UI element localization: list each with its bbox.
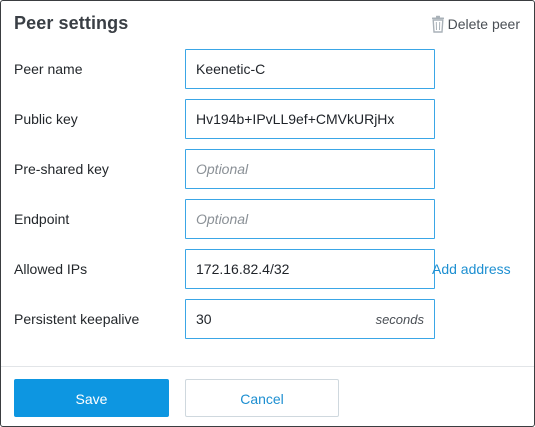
peer-name-label: Peer name	[14, 61, 83, 77]
cancel-button[interactable]: Cancel	[185, 379, 339, 417]
keepalive-input[interactable]	[196, 311, 376, 327]
preshared-key-field-box[interactable]	[185, 149, 435, 189]
save-button[interactable]: Save	[14, 379, 169, 417]
keepalive-unit: seconds	[375, 311, 424, 327]
add-address-link[interactable]: Add address	[432, 249, 511, 289]
row-endpoint: Endpoint	[14, 199, 534, 239]
endpoint-field-box[interactable]	[185, 199, 435, 239]
public-key-input[interactable]	[196, 111, 424, 127]
peer-settings-dialog: Peer settings Delete peer Peer name Publ…	[0, 0, 535, 427]
row-public-key: Public key	[14, 99, 534, 139]
dialog-title: Peer settings	[14, 13, 129, 33]
allowed-ips-input[interactable]	[196, 261, 424, 277]
keepalive-label: Persistent keepalive	[14, 311, 140, 327]
allowed-ips-field-box[interactable]	[185, 249, 435, 289]
delete-peer-label: Delete peer	[447, 16, 520, 32]
peer-name-input[interactable]	[196, 61, 424, 77]
public-key-field-box[interactable]	[185, 99, 435, 139]
row-allowed-ips: Allowed IPs Add address	[14, 249, 534, 289]
public-key-label: Public key	[14, 111, 78, 127]
delete-peer-button[interactable]: Delete peer	[431, 15, 520, 33]
endpoint-input[interactable]	[196, 211, 424, 227]
allowed-ips-label: Allowed IPs	[14, 261, 88, 277]
preshared-key-label: Pre-shared key	[14, 161, 109, 177]
row-peer-name: Peer name	[14, 49, 534, 89]
footer-divider	[1, 366, 534, 367]
endpoint-label: Endpoint	[14, 211, 70, 227]
preshared-key-input[interactable]	[196, 161, 424, 177]
row-keepalive: Persistent keepalive seconds	[14, 299, 534, 339]
trash-icon	[431, 15, 445, 33]
row-preshared-key: Pre-shared key	[14, 149, 534, 189]
peer-name-field-box[interactable]	[185, 49, 435, 89]
keepalive-field-box[interactable]: seconds	[185, 299, 435, 339]
